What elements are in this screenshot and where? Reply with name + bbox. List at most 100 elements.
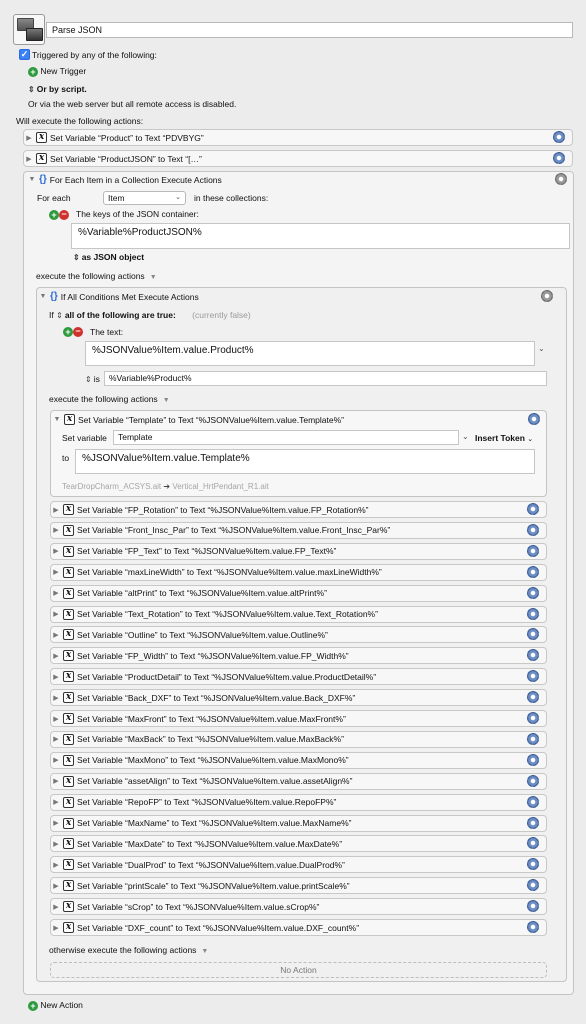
gear-icon[interactable] <box>527 712 539 724</box>
gear-icon[interactable] <box>555 173 567 185</box>
disclosure-triangle-icon[interactable]: ▶ <box>51 652 61 660</box>
gear-icon[interactable] <box>527 879 539 892</box>
disclosure-triangle-icon[interactable]: ▼ <box>163 397 170 404</box>
disclosure-triangle-icon[interactable]: ▶ <box>51 756 61 764</box>
disclosure-triangle-icon[interactable]: ▶ <box>51 840 61 848</box>
gear-icon[interactable] <box>541 290 553 302</box>
gear-icon[interactable] <box>527 670 539 683</box>
gear-icon[interactable] <box>527 523 539 536</box>
plus-circle-icon[interactable]: + <box>49 209 59 220</box>
gear-icon[interactable] <box>553 131 565 143</box>
set-variable-action[interactable]: ▶ x Set Variable “printScale” to Text “%JS… <box>50 877 547 895</box>
disclosure-triangle-icon[interactable]: ▼ <box>52 416 62 423</box>
disclosure-triangle-icon[interactable]: ▶ <box>51 526 61 534</box>
gear-icon[interactable] <box>527 628 539 641</box>
set-variable-action[interactable]: ▶ x Set Variable “Outline” to Text “%JSONV… <box>50 626 547 644</box>
disclosure-triangle-icon[interactable]: ▶ <box>51 882 61 890</box>
disclosure-triangle-icon[interactable]: ▶ <box>51 798 61 806</box>
gear-icon[interactable] <box>527 816 539 829</box>
gear-icon[interactable] <box>527 795 539 808</box>
set-variable-action[interactable]: ▶ x Set Variable “FP_Rotation” to Text “%J… <box>50 501 547 518</box>
foreach-variable-field[interactable]: Item ⌄ <box>103 191 186 205</box>
updown-arrows-icon[interactable]: ⇕ <box>56 311 63 320</box>
set-variable-action[interactable]: ▶ x Set Variable “Back_DXF” to Text “%JSON… <box>50 689 547 707</box>
as-json-popup[interactable]: ⇕ as JSON object <box>73 252 144 262</box>
insert-token-button[interactable]: Insert Token ⌄ <box>475 433 533 443</box>
action-set-product[interactable]: ▶ x Set Variable “Product” to Text “PDVB… <box>23 129 573 146</box>
or-by-script-popup[interactable]: ⇕ Or by script. <box>28 84 87 94</box>
disclosure-triangle-icon[interactable]: ▶ <box>51 777 61 785</box>
disclosure-triangle-icon[interactable]: ▼ <box>201 948 208 955</box>
gear-icon[interactable] <box>527 858 539 871</box>
disclosure-triangle-icon[interactable]: ▶ <box>24 134 34 142</box>
set-variable-action[interactable]: ▶ x Set Variable “assetAlign” to Text “%JS… <box>50 772 547 790</box>
disclosure-triangle-icon[interactable]: ▶ <box>51 547 61 555</box>
json-container-field[interactable]: %Variable%ProductJSON% <box>71 223 570 249</box>
minus-circle-icon[interactable]: − <box>73 326 83 337</box>
macro-icon[interactable] <box>13 14 45 45</box>
gear-icon[interactable] <box>553 152 565 164</box>
set-variable-action[interactable]: ▶ x Set Variable “DualProd” to Text “%JSON… <box>50 856 547 874</box>
disclosure-triangle-icon[interactable]: ▼ <box>38 293 48 300</box>
gear-icon[interactable] <box>527 732 539 745</box>
disclosure-triangle-icon[interactable]: ▶ <box>51 924 61 932</box>
set-variable-action[interactable]: ▶ x Set Variable “Front_Insc_Par” to Text … <box>50 521 547 539</box>
set-variable-action[interactable]: ▶ x Set Variable “maxLineWidth” to Text “%… <box>50 563 547 581</box>
set-variable-action[interactable]: ▶ x Set Variable “MaxBack” to Text “%JSONV… <box>50 730 547 748</box>
set-variable-action[interactable]: ▶ x Set Variable “MaxMono” to Text “%JSONV… <box>50 751 547 769</box>
gear-icon[interactable] <box>527 544 539 557</box>
foreach-header[interactable]: ▼ {} For Each Item in a Collection Execu… <box>27 174 222 185</box>
gear-icon[interactable] <box>527 565 539 578</box>
set-variable-action[interactable]: ▶ x Set Variable “MaxName” to Text “%JSONV… <box>50 814 547 832</box>
all-label[interactable]: all of the following are true: <box>65 310 176 320</box>
chevron-down-icon[interactable]: ⌄ <box>462 432 469 441</box>
template-variable-field[interactable]: Template <box>113 430 459 445</box>
disclosure-triangle-icon[interactable]: ▼ <box>27 176 37 183</box>
set-template-header[interactable]: ▼ x Set Variable “Template” to Text “%JS… <box>52 414 344 425</box>
set-variable-action[interactable]: ▶ x Set Variable “RepoFP” to Text “%JSONVa… <box>50 793 547 811</box>
set-variable-action[interactable]: ▶ x Set Variable “Text_Rotation” to Text “… <box>50 605 547 623</box>
disclosure-triangle-icon[interactable]: ▶ <box>51 903 61 911</box>
is-value-field[interactable]: %Variable%Product% <box>104 371 547 386</box>
disclosure-triangle-icon[interactable]: ▶ <box>51 694 61 702</box>
gear-icon[interactable] <box>527 649 539 662</box>
set-variable-action[interactable]: ▶ x Set Variable “FP_Width” to Text “%JSON… <box>50 647 547 665</box>
gear-icon[interactable] <box>527 774 539 787</box>
disclosure-triangle-icon[interactable]: ▶ <box>24 155 34 163</box>
gear-icon[interactable] <box>527 586 539 599</box>
if-all-header[interactable]: ▼ {} If All Conditions Met Execute Actio… <box>38 291 199 302</box>
gear-icon[interactable] <box>527 921 539 933</box>
gear-icon[interactable] <box>527 691 539 704</box>
if-execute-header[interactable]: execute the following actions ▼ <box>49 394 170 404</box>
trigger-checkbox[interactable]: ✓ <box>19 49 30 60</box>
set-variable-action[interactable]: ▶ x Set Variable “MaxFront” to Text “%JSON… <box>50 710 547 727</box>
disclosure-triangle-icon[interactable]: ▶ <box>51 861 61 869</box>
no-action-placeholder[interactable]: No Action <box>50 962 547 978</box>
set-variable-action[interactable]: ▶ x Set Variable “FP_Text” to Text “%JSONV… <box>50 542 547 560</box>
disclosure-triangle-icon[interactable]: ▼ <box>150 274 157 281</box>
otherwise-header[interactable]: otherwise execute the following actions ▼ <box>49 945 208 955</box>
chevron-down-icon[interactable]: ⌄ <box>538 344 545 353</box>
gear-icon[interactable] <box>527 607 539 620</box>
gear-icon[interactable] <box>528 413 540 425</box>
set-variable-action[interactable]: ▶ x Set Variable “ProductDetail” to Text “… <box>50 668 547 686</box>
disclosure-triangle-icon[interactable]: ▶ <box>51 610 61 618</box>
disclosure-triangle-icon[interactable]: ▶ <box>51 673 61 681</box>
set-variable-action[interactable]: ▶ x Set Variable “DXF_count” to Text “%JSO… <box>50 919 547 936</box>
gear-icon[interactable] <box>527 837 539 850</box>
disclosure-triangle-icon[interactable]: ▶ <box>51 506 61 514</box>
foreach-execute-header[interactable]: execute the following actions ▼ <box>36 271 157 281</box>
gear-icon[interactable] <box>527 503 539 515</box>
disclosure-triangle-icon[interactable]: ▶ <box>51 735 61 743</box>
macro-name-field[interactable]: Parse JSON <box>46 22 573 38</box>
disclosure-triangle-icon[interactable]: ▶ <box>51 819 61 827</box>
new-trigger-button[interactable]: + New Trigger <box>28 66 86 77</box>
set-variable-action[interactable]: ▶ x Set Variable “MaxDate” to Text “%JSONV… <box>50 835 547 853</box>
plus-circle-icon[interactable]: + <box>63 326 73 337</box>
disclosure-triangle-icon[interactable]: ▶ <box>51 631 61 639</box>
condition-text-field[interactable]: %JSONValue%Item.value.Product% <box>85 341 535 366</box>
action-set-productjson[interactable]: ▶ x Set Variable “ProductJSON” to Text “… <box>23 150 573 167</box>
gear-icon[interactable] <box>527 900 539 913</box>
set-variable-action[interactable]: ▶ x Set Variable “sCrop” to Text “%JSONVal… <box>50 898 547 916</box>
disclosure-triangle-icon[interactable]: ▶ <box>51 568 61 576</box>
